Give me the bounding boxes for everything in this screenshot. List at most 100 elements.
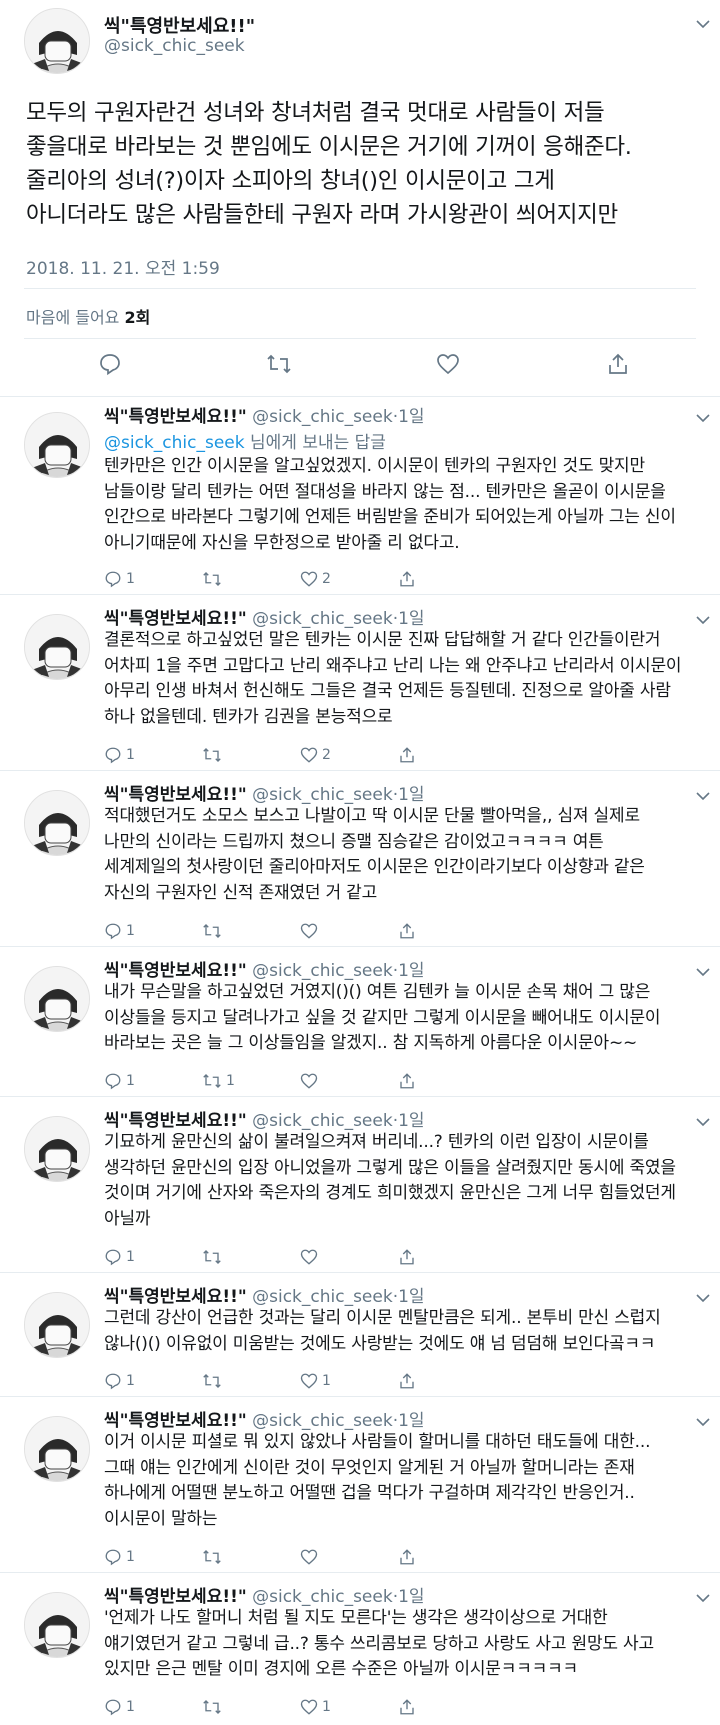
reply-tweet[interactable]: 씩"특영반보세요!!" @sick_chic_seek·1일 기묘하게 윤만신의…	[0, 1106, 720, 1276]
like-icon	[300, 923, 318, 939]
reply-time[interactable]: 1일	[398, 1587, 424, 1607]
chevron-down-icon[interactable]	[696, 962, 710, 981]
avatar[interactable]	[24, 1592, 90, 1658]
author-name[interactable]: 씩"특영반보세요!!"	[104, 609, 247, 629]
author-name[interactable]: 씩"특영반보세요!!"	[104, 1287, 247, 1307]
author-name[interactable]: 씩"특영반보세요!!"	[104, 12, 255, 38]
reply-time[interactable]: 1일	[398, 1111, 424, 1131]
author-handle[interactable]: @sick_chic_seek	[252, 1287, 393, 1307]
chevron-down-icon[interactable]	[696, 1412, 710, 1431]
retweet-action[interactable]	[202, 1548, 226, 1566]
reply-action[interactable]: 1	[104, 1372, 135, 1390]
avatar[interactable]	[24, 412, 90, 478]
reply-action[interactable]: 1	[104, 1072, 135, 1090]
share-icon	[400, 1073, 414, 1089]
retweet-action[interactable]: 1	[202, 1072, 235, 1090]
reply-action[interactable]: 1	[104, 922, 135, 940]
share-action[interactable]	[398, 1698, 416, 1716]
share-action[interactable]	[398, 1248, 416, 1266]
author-handle[interactable]: @sick_chic_seek	[252, 1587, 393, 1607]
reply-header: 씩"특영반보세요!!" @sick_chic_seek·1일	[104, 1582, 425, 1607]
author-handle[interactable]: @sick_chic_seek	[252, 961, 393, 981]
share-icon	[400, 1249, 414, 1265]
retweet-icon	[203, 572, 221, 586]
author-handle[interactable]: @sick_chic_seek	[252, 1411, 393, 1431]
author-name[interactable]: 씩"특영반보세요!!"	[104, 1587, 247, 1607]
author-name[interactable]: 씩"특영반보세요!!"	[104, 785, 247, 805]
avatar[interactable]	[24, 1292, 90, 1358]
share-action[interactable]	[398, 922, 416, 940]
likes-count: 2회	[124, 308, 151, 327]
mention-link[interactable]: @sick_chic_seek	[104, 433, 245, 453]
like-action[interactable]: 2	[300, 746, 331, 764]
avatar[interactable]	[24, 1116, 90, 1182]
reply-tweet[interactable]: 씩"특영반보세요!!" @sick_chic_seek·1일 그런데 강산이 언…	[0, 1282, 720, 1400]
like-action[interactable]	[300, 1072, 322, 1090]
chevron-down-icon[interactable]	[696, 14, 710, 33]
retweet-action[interactable]	[202, 1372, 226, 1390]
retweet-icon	[203, 1550, 221, 1564]
reply-tweet[interactable]: 씩"특영반보세요!!" @sick_chic_seek·1일 결론적으로 하고싶…	[0, 604, 720, 774]
retweet-action[interactable]	[202, 570, 226, 588]
like-action[interactable]: 2	[300, 570, 331, 588]
reply-action[interactable]: 1	[104, 570, 135, 588]
chevron-down-icon[interactable]	[696, 610, 710, 629]
chevron-down-icon[interactable]	[696, 1588, 710, 1607]
like-icon	[300, 1249, 318, 1265]
retweet-icon	[203, 1374, 221, 1388]
avatar[interactable]	[24, 8, 90, 74]
retweet-action[interactable]	[202, 746, 226, 764]
reply-time[interactable]: 1일	[398, 609, 424, 629]
like-action[interactable]: 1	[300, 1372, 331, 1390]
avatar[interactable]	[24, 790, 90, 856]
avatar[interactable]	[24, 1416, 90, 1482]
retweet-icon[interactable]	[266, 352, 292, 380]
reply-tweet[interactable]: 씩"특영반보세요!!" @sick_chic_seek·1일 이거 이시문 피셜…	[0, 1406, 720, 1576]
reply-time[interactable]: 1일	[398, 407, 424, 427]
chevron-down-icon[interactable]	[696, 786, 710, 805]
author-name[interactable]: 씩"특영반보세요!!"	[104, 407, 247, 427]
like-action[interactable]	[300, 922, 322, 940]
reply-tweet[interactable]: 씩"특영반보세요!!" @sick_chic_seek·1일 '언제가 나도 할…	[0, 1582, 720, 1725]
like-action[interactable]	[300, 1548, 322, 1566]
likes-summary[interactable]: 마음에 들어요 2회	[26, 304, 150, 328]
author-name[interactable]: 씩"특영반보세요!!"	[104, 961, 247, 981]
reply-time[interactable]: 1일	[398, 1411, 424, 1431]
share-action[interactable]	[398, 570, 416, 588]
share-action[interactable]	[398, 746, 416, 764]
retweet-action[interactable]	[202, 922, 226, 940]
share-icon[interactable]	[606, 352, 630, 380]
author-name[interactable]: 씩"특영반보세요!!"	[104, 1111, 247, 1131]
reply-time[interactable]: 1일	[398, 785, 424, 805]
like-action[interactable]	[300, 1248, 322, 1266]
reply-action[interactable]: 1	[104, 746, 135, 764]
share-action[interactable]	[398, 1548, 416, 1566]
like-action[interactable]: 1	[300, 1698, 331, 1716]
author-name[interactable]: 씩"특영반보세요!!"	[104, 1411, 247, 1431]
avatar[interactable]	[24, 966, 90, 1032]
reply-tweet[interactable]: 씩"특영반보세요!!" @sick_chic_seek·1일 내가 무슨말을 하…	[0, 956, 720, 1100]
retweet-action[interactable]	[202, 1248, 226, 1266]
share-action[interactable]	[398, 1372, 416, 1390]
reply-tweet[interactable]: 씩"특영반보세요!!" @sick_chic_seek·1일 적대했던거도 소모…	[0, 780, 720, 950]
chevron-down-icon[interactable]	[696, 1288, 710, 1307]
reply-time[interactable]: 1일	[398, 961, 424, 981]
reply-action[interactable]: 1	[104, 1248, 135, 1266]
tweet-timestamp[interactable]: 2018. 11. 21. 오전 1:59	[26, 254, 220, 279]
author-handle[interactable]: @sick_chic_seek	[252, 407, 393, 427]
like-icon[interactable]	[436, 352, 460, 380]
avatar[interactable]	[24, 614, 90, 680]
chevron-down-icon[interactable]	[696, 408, 710, 427]
reply-action[interactable]: 1	[104, 1698, 135, 1716]
reply-action[interactable]: 1	[104, 1548, 135, 1566]
share-action[interactable]	[398, 1072, 416, 1090]
author-handle[interactable]: @sick_chic_seek	[252, 609, 393, 629]
chevron-down-icon[interactable]	[696, 1112, 710, 1131]
retweet-action[interactable]	[202, 1698, 226, 1716]
reply-icon[interactable]	[98, 352, 122, 380]
author-handle[interactable]: @sick_chic_seek	[104, 36, 245, 56]
reply-time[interactable]: 1일	[398, 1287, 424, 1307]
author-handle[interactable]: @sick_chic_seek	[252, 1111, 393, 1131]
reply-tweet[interactable]: 씩"특영반보세요!!" @sick_chic_seek·1일 @sick_chi…	[0, 402, 720, 598]
author-handle[interactable]: @sick_chic_seek	[252, 785, 393, 805]
